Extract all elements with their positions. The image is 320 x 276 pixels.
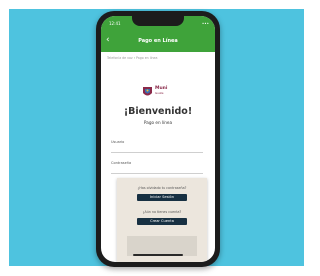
- breadcrumb-item-current: Pago en línea: [135, 56, 158, 60]
- user-field[interactable]: [111, 144, 203, 153]
- action-panel: ¿Has olvidado tu contraseña? Iniciar Ses…: [117, 178, 207, 262]
- create-account-button[interactable]: Crear Cuenta: [137, 218, 187, 225]
- forgot-password-link[interactable]: ¿Has olvidado tu contraseña?: [117, 186, 207, 190]
- phone-notch: [132, 16, 184, 26]
- breadcrumb-item[interactable]: Telefonía de voz: [107, 56, 133, 60]
- status-time: 12:41: [109, 21, 121, 26]
- welcome-heading: ¡Bienvenido!: [123, 106, 193, 117]
- panel-footer: [127, 236, 197, 256]
- password-field[interactable]: [111, 165, 203, 174]
- app-bar: ‹ Pago en Línea: [101, 30, 215, 52]
- no-account-text: ¿Aún no tienes cuenta?: [142, 210, 182, 214]
- phone-screen: 12:41 ••• ‹ Pago en Línea Telefonía de v…: [101, 16, 215, 262]
- home-indicator: [133, 254, 183, 256]
- brand-logo-text: Muni Guate: [155, 86, 185, 95]
- brand-subtitle: Guate: [155, 91, 164, 95]
- muni-logo-icon: [143, 87, 152, 96]
- welcome-subtitle: Pago en línea: [143, 120, 173, 125]
- signal-icon: •••: [201, 21, 209, 26]
- login-button[interactable]: Iniciar Sesión: [137, 194, 187, 201]
- phone-mockup: 12:41 ••• ‹ Pago en Línea Telefonía de v…: [96, 11, 220, 267]
- breadcrumb: Telefonía de voz › Pago en línea: [107, 56, 157, 60]
- page-title: Pago en Línea: [138, 38, 178, 44]
- screenshot-frame: 12:41 ••• ‹ Pago en Línea Telefonía de v…: [0, 0, 312, 276]
